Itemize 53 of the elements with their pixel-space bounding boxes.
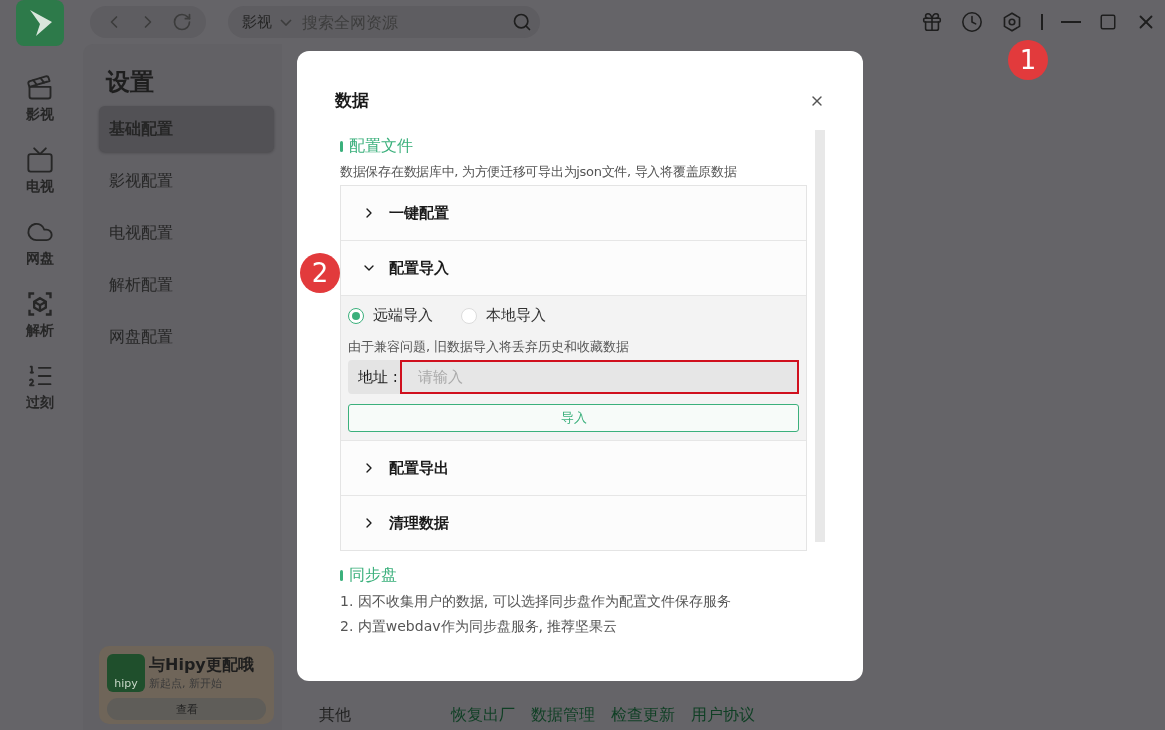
nav-item[interactable]: 电视 [26, 146, 54, 196]
settings-title: 设置 [106, 67, 155, 98]
nav-item[interactable]: 解析 [26, 290, 54, 340]
view-button[interactable]: 查看 [107, 698, 266, 720]
refresh-icon [172, 12, 192, 32]
nav-item[interactable]: 过刻 [26, 362, 54, 412]
radio-option[interactable]: 本地导入 [461, 306, 546, 325]
footer-link[interactable]: 用户协议 [691, 705, 755, 726]
step-marker: 1 [1008, 40, 1048, 80]
caret-icon [280, 18, 292, 26]
settings-button[interactable] [1001, 11, 1023, 33]
settings-icon [1001, 11, 1023, 33]
history-button[interactable] [961, 11, 983, 33]
promo-title: 与Hipy更配哦 [149, 655, 254, 676]
gift-icon [921, 11, 943, 33]
info-line: 1. 因不收集用户的数据, 可以选择同步盘作为配置文件保存服务 [340, 593, 732, 611]
section-title: 同步盘 [349, 565, 397, 586]
address-field[interactable]: 请输入 [399, 360, 799, 394]
clapperboard-icon [26, 74, 54, 102]
refresh-button[interactable] [172, 12, 192, 32]
import-note: 由于兼容问题, 旧数据导入将丢弃历史和收藏数据 [348, 338, 631, 356]
info-line: 2. 内置webdav作为同步盘服务, 推荐坚果云 [340, 618, 619, 636]
minimize-icon [1061, 21, 1081, 23]
settings-menu-item[interactable]: 解析配置 [99, 262, 274, 308]
settings-menu-item[interactable]: 影视配置 [99, 158, 274, 204]
section-marker [340, 570, 343, 581]
hipy-logo: hipy [107, 654, 145, 692]
nav-item[interactable]: 网盘 [26, 218, 54, 268]
settings-menu-item[interactable]: 网盘配置 [99, 314, 274, 360]
address-label: 地址 : [348, 360, 400, 394]
section-title: 配置文件 [349, 136, 413, 157]
footer-link[interactable]: 恢复出厂 [451, 705, 515, 726]
tv-icon [26, 146, 54, 174]
footer-link[interactable]: 数据管理 [531, 705, 595, 726]
category-dropdown[interactable]: 影视 [242, 12, 272, 32]
radio-button[interactable] [348, 307, 364, 324]
maximize-button[interactable] [1099, 13, 1117, 31]
radio-option[interactable]: 远端导入 [348, 306, 433, 325]
search-icon [512, 12, 532, 32]
app-logo [16, 0, 64, 46]
clock-icon [961, 11, 983, 33]
dialog-title: 数据 [335, 89, 369, 112]
section-marker [340, 141, 343, 152]
search-button[interactable] [512, 12, 532, 32]
nav-item[interactable]: 影视 [26, 74, 54, 124]
gift-button[interactable] [921, 11, 943, 33]
settings-menu-item[interactable]: 电视配置 [99, 210, 274, 256]
section-description: 数据保存在数据库中, 为方便迁移可导出为json文件, 导入将覆盖原数据 [340, 163, 738, 181]
cube-scan-icon [26, 290, 54, 318]
maximize-icon [1099, 13, 1117, 31]
import-button[interactable]: 导入 [348, 404, 799, 432]
footer-link[interactable]: 检查更新 [611, 705, 675, 726]
section-label: 其他 [319, 705, 352, 726]
